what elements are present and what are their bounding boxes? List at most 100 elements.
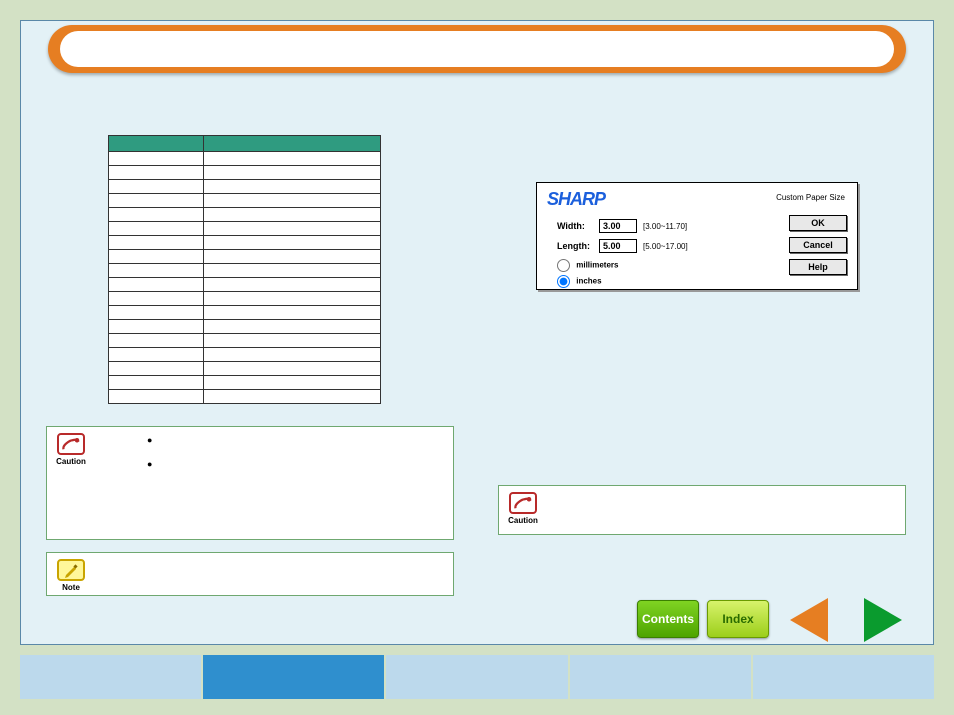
table-cell — [204, 362, 381, 376]
caution-badge-right: Caution — [505, 492, 541, 525]
table-cell — [109, 222, 204, 236]
table-row — [109, 334, 381, 348]
table-cell — [204, 390, 381, 404]
length-range: [5.00~17.00] — [643, 242, 688, 251]
table-row — [109, 376, 381, 390]
table-cell — [109, 306, 204, 320]
caution-icon — [57, 433, 85, 455]
index-label: Index — [722, 612, 753, 626]
table-row — [109, 208, 381, 222]
caution-bullets — [147, 435, 443, 459]
caution-callout-left: Caution — [46, 426, 454, 540]
table-cell — [204, 306, 381, 320]
cancel-button[interactable]: Cancel — [789, 237, 847, 253]
brand-logo: SHARP — [547, 189, 605, 210]
table-row — [109, 306, 381, 320]
table-row — [109, 390, 381, 404]
caution-badge: Caution — [53, 433, 89, 466]
unit-radios: millimeters inches — [557, 259, 618, 291]
table-cell — [204, 278, 381, 292]
prev-arrow-icon[interactable] — [790, 598, 828, 642]
caution-label: Caution — [505, 516, 541, 525]
radio-inches[interactable]: inches — [557, 275, 618, 288]
table-cell — [204, 334, 381, 348]
table-row — [109, 264, 381, 278]
radio-mm-label: millimeters — [576, 261, 618, 270]
contents-label: Contents — [642, 612, 694, 626]
tab-2[interactable] — [386, 655, 569, 699]
table-row — [109, 348, 381, 362]
table-row — [109, 292, 381, 306]
width-range: [3.00~11.70] — [643, 222, 687, 231]
table-cell — [109, 362, 204, 376]
tab-1[interactable] — [203, 655, 386, 699]
table-cell — [109, 320, 204, 334]
table-cell — [109, 390, 204, 404]
table-cell — [204, 348, 381, 362]
table-cell — [109, 166, 204, 180]
dialog-buttons: OK Cancel Help — [789, 215, 847, 281]
table-cell — [109, 278, 204, 292]
table-cell — [109, 376, 204, 390]
table-row — [109, 362, 381, 376]
table-cell — [109, 194, 204, 208]
tab-4[interactable] — [753, 655, 934, 699]
table-row — [109, 250, 381, 264]
table-cell — [204, 166, 381, 180]
table-cell — [109, 152, 204, 166]
table-cell — [109, 292, 204, 306]
contents-button[interactable]: Contents — [637, 600, 699, 638]
table-row — [109, 320, 381, 334]
length-row: Length: 5.00 [5.00~17.00] — [557, 239, 688, 253]
table-cell — [109, 208, 204, 222]
note-icon — [57, 559, 85, 581]
table-cell — [204, 264, 381, 278]
table-cell — [109, 236, 204, 250]
table-row — [109, 194, 381, 208]
table-row — [109, 180, 381, 194]
width-input[interactable]: 3.00 — [599, 219, 637, 233]
table-row — [109, 278, 381, 292]
next-arrow-icon[interactable] — [864, 598, 902, 642]
table-cell — [204, 208, 381, 222]
title-bar — [48, 25, 906, 73]
caution-callout-right: Caution — [498, 485, 906, 535]
table-cell — [109, 180, 204, 194]
tab-3[interactable] — [570, 655, 753, 699]
table-row — [109, 166, 381, 180]
table-cell — [109, 348, 204, 362]
note-label: Note — [53, 583, 89, 592]
table-row — [109, 152, 381, 166]
index-button[interactable]: Index — [707, 600, 769, 638]
length-label: Length: — [557, 241, 599, 251]
radio-millimeters[interactable]: millimeters — [557, 259, 618, 272]
width-label: Width: — [557, 221, 599, 231]
table-cell — [204, 152, 381, 166]
table-cell — [204, 194, 381, 208]
table-cell — [204, 222, 381, 236]
note-callout-left: Note — [46, 552, 454, 596]
table-cell — [204, 292, 381, 306]
paper-size-table — [108, 135, 381, 404]
bottom-tabs — [20, 655, 934, 699]
width-row: Width: 3.00 [3.00~11.70] — [557, 219, 687, 233]
table-cell — [109, 334, 204, 348]
table-row — [109, 222, 381, 236]
help-button[interactable]: Help — [789, 259, 847, 275]
length-input[interactable]: 5.00 — [599, 239, 637, 253]
dialog-title: Custom Paper Size — [776, 193, 845, 202]
table-header-1 — [204, 136, 381, 152]
table-cell — [109, 250, 204, 264]
caution-icon — [509, 492, 537, 514]
table-cell — [109, 264, 204, 278]
tab-0[interactable] — [20, 655, 203, 699]
table-cell — [204, 180, 381, 194]
table-cell — [204, 320, 381, 334]
table-cell — [204, 236, 381, 250]
table-cell — [204, 250, 381, 264]
custom-paper-size-dialog: SHARP Custom Paper Size Width: 3.00 [3.0… — [536, 182, 858, 290]
table-header-0 — [109, 136, 204, 152]
caution-label: Caution — [53, 457, 89, 466]
ok-button[interactable]: OK — [789, 215, 847, 231]
table-row — [109, 236, 381, 250]
